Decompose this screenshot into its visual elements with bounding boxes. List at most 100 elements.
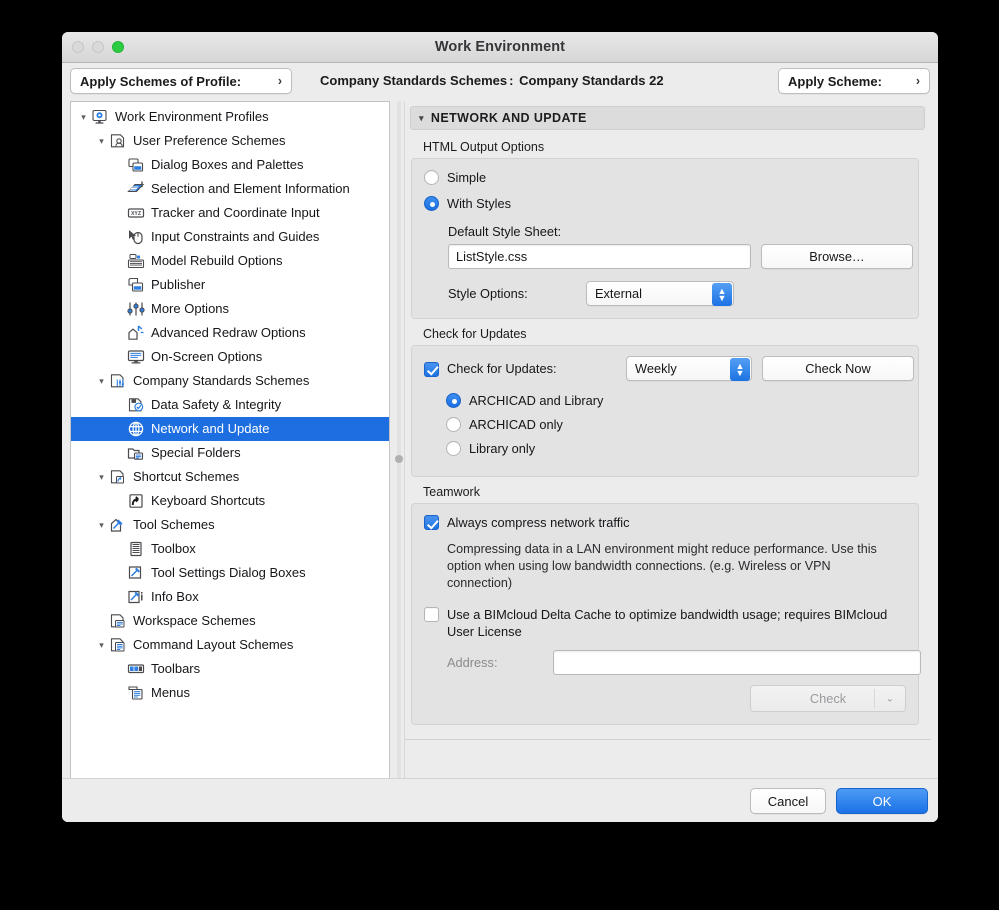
tree-item-special-folders[interactable]: Special Folders (71, 441, 389, 465)
check-button-row: Check ⌄ (424, 685, 906, 712)
tree-item-tool-settings-dialog-boxes[interactable]: Tool Settings Dialog Boxes (71, 561, 389, 585)
address-input[interactable] (553, 650, 921, 675)
tree-item-model-rebuild-options[interactable]: Model Rebuild Options (71, 249, 389, 273)
tree-item-info-box[interactable]: Info Box (71, 585, 389, 609)
default-style-sheet-label: Default Style Sheet: (448, 224, 562, 239)
window-title: Work Environment (434, 39, 566, 55)
disclosure-triangle-icon[interactable]: ▾ (95, 465, 108, 489)
disclosure-triangle-icon[interactable]: ▾ (95, 369, 108, 393)
tree-item-more-options[interactable]: More Options (71, 297, 389, 321)
settings-content: HTML Output Options Simple With Styles D… (405, 132, 931, 744)
style-options-label: Style Options: (448, 286, 528, 301)
update-scope-label-1: ARCHICAD only (469, 417, 563, 432)
section-header-title: NETWORK AND UPDATE (430, 111, 587, 125)
address-row: Address: (447, 650, 921, 675)
body-split: ▾ Work Environment Profiles ▾ User Preferen… (62, 101, 938, 785)
more-options-sliders-icon (126, 301, 146, 318)
always-compress-checkbox[interactable] (424, 515, 439, 530)
tree-item-dialog-boxes-and-palettes[interactable]: Dialog Boxes and Palettes (71, 153, 389, 177)
browse-button[interactable]: Browse… (761, 244, 913, 269)
tree-item-company-standards-schemes[interactable]: ▾ Company Standards Schemes (71, 369, 389, 393)
default-style-sheet-input[interactable]: ListStyle.css (448, 244, 751, 269)
scheme-tree: ▾ Work Environment Profiles ▾ User Preferen… (71, 102, 389, 705)
update-scope-row-0[interactable]: ARCHICAD and Library (446, 392, 906, 409)
tree-item-publisher[interactable]: Publisher (71, 273, 389, 297)
delta-cache-label: Use a BIMcloud Delta Cache to optimize b… (447, 607, 888, 639)
tree-item-tool-schemes[interactable]: ▾ Tool Schemes (71, 513, 389, 537)
cancel-button[interactable]: Cancel (750, 788, 826, 814)
tree-item-advanced-redraw-options[interactable]: Advanced Redraw Options (71, 321, 389, 345)
update-scope-options: ARCHICAD and Library ARCHICAD only Library… (446, 392, 906, 457)
chevron-right-icon: › (915, 74, 920, 88)
tree-item-workspace-schemes[interactable]: Workspace Schemes (71, 609, 389, 633)
update-frequency-select[interactable]: Weekly ▲ ▼ (626, 356, 752, 381)
update-scope-radio-0[interactable] (446, 393, 461, 408)
simple-radio-row[interactable]: Simple (424, 169, 906, 186)
delta-cache-checkbox[interactable] (424, 607, 439, 622)
check-now-button[interactable]: Check Now (762, 356, 914, 381)
tree-item-label: Selection and Element Information (151, 181, 350, 196)
pushmenu-divider (873, 689, 874, 708)
disclosure-triangle-icon[interactable]: ▾ (95, 513, 108, 537)
keyboard-shortcuts-icon (126, 493, 146, 510)
tree-item-label: Input Constraints and Guides (151, 229, 320, 244)
tree-item-label: Special Folders (151, 445, 241, 460)
tree-item-shortcut-schemes[interactable]: ▾ Shortcut Schemes (71, 465, 389, 489)
tree-item-data-safety-integrity[interactable]: Data Safety & Integrity (71, 393, 389, 417)
tree-item-tracker-and-coordinate-input[interactable]: XYZ Tracker and Coordinate Input (71, 201, 389, 225)
check-for-updates-checkbox-row[interactable]: Check for Updates: (424, 360, 616, 377)
tree-item-toolbox[interactable]: Toolbox (71, 537, 389, 561)
data-safety-icon (126, 397, 146, 414)
tree-item-command-layout-schemes[interactable]: ▾ Command Layout Schemes (71, 633, 389, 657)
check-for-updates-checkbox[interactable] (424, 361, 439, 377)
ok-button[interactable]: OK (836, 788, 928, 814)
update-scope-row-1[interactable]: ARCHICAD only (446, 416, 906, 433)
with-styles-label: With Styles (447, 196, 511, 211)
on-screen-options-icon (126, 349, 146, 366)
info-box-icon (126, 589, 146, 606)
toolbar: Apply Schemes of Profile: › Company Stan… (62, 63, 938, 101)
workspace-schemes-icon (108, 613, 128, 630)
tree-item-label: Menus (151, 685, 191, 700)
update-scope-radio-1[interactable] (446, 417, 461, 432)
default-style-sheet-block: Default Style Sheet: ListStyle.css Brows… (448, 224, 913, 269)
style-options-select[interactable]: External ▲ ▼ (586, 281, 734, 306)
with-styles-radio[interactable] (424, 196, 439, 211)
tree-item-input-constraints-and-guides[interactable]: Input Constraints and Guides (71, 225, 389, 249)
address-label: Address: (447, 655, 498, 670)
chevron-right-icon: › (277, 74, 282, 88)
scheme-tree-pane[interactable]: ▾ Work Environment Profiles ▾ User Preferen… (70, 101, 390, 785)
model-rebuild-icon (126, 253, 146, 270)
tree-item-menus[interactable]: Menus (71, 681, 389, 705)
always-compress-row[interactable]: Always compress network traffic (424, 514, 906, 531)
delta-cache-row[interactable]: Use a BIMcloud Delta Cache to optimize b… (424, 606, 906, 640)
tree-item-on-screen-options[interactable]: On-Screen Options (71, 345, 389, 369)
tree-item-toolbars[interactable]: Toolbars (71, 657, 389, 681)
apply-schemes-of-profile-button[interactable]: Apply Schemes of Profile: › (70, 68, 292, 94)
tree-item-selection-and-element-information[interactable]: Selection and Element Information (71, 177, 389, 201)
disclosure-triangle-icon[interactable]: ▾ (95, 633, 108, 657)
update-scope-radio-2[interactable] (446, 441, 461, 456)
apply-scheme-button[interactable]: Apply Scheme: › (778, 68, 930, 94)
input-constraints-mouse-icon (126, 229, 146, 246)
disclosure-triangle-icon[interactable]: ▾ (95, 129, 108, 153)
chevron-down-icon: ⌄ (885, 693, 894, 704)
tree-item-label: Company Standards Schemes (133, 373, 310, 388)
publisher-icon (126, 277, 146, 294)
tree-item-work-environment-profiles[interactable]: ▾ Work Environment Profiles (71, 105, 389, 129)
simple-radio[interactable] (424, 170, 439, 185)
tree-item-label: Data Safety & Integrity (151, 397, 282, 412)
teamwork-check-button[interactable]: Check ⌄ (750, 685, 906, 712)
company-standards-icon (108, 373, 128, 390)
tree-item-keyboard-shortcuts[interactable]: Keyboard Shortcuts (71, 489, 389, 513)
with-styles-radio-row[interactable]: With Styles (424, 195, 906, 212)
splitter-bar (397, 101, 401, 785)
disclosure-triangle-icon[interactable]: ▾ (77, 105, 90, 129)
tree-item-network-and-update[interactable]: Network and Update (71, 417, 389, 441)
tree-item-user-preference-schemes[interactable]: ▾ User Preference Schemes (71, 129, 389, 153)
update-scope-row-2[interactable]: Library only (446, 440, 906, 457)
section-header-network-and-update[interactable]: ▾ NETWORK AND UPDATE (410, 106, 925, 130)
tree-item-label: Toolbars (151, 661, 201, 676)
splitter-handle-icon[interactable] (395, 455, 403, 463)
always-compress-help-text: Compressing data in a LAN environment mi… (447, 542, 877, 590)
